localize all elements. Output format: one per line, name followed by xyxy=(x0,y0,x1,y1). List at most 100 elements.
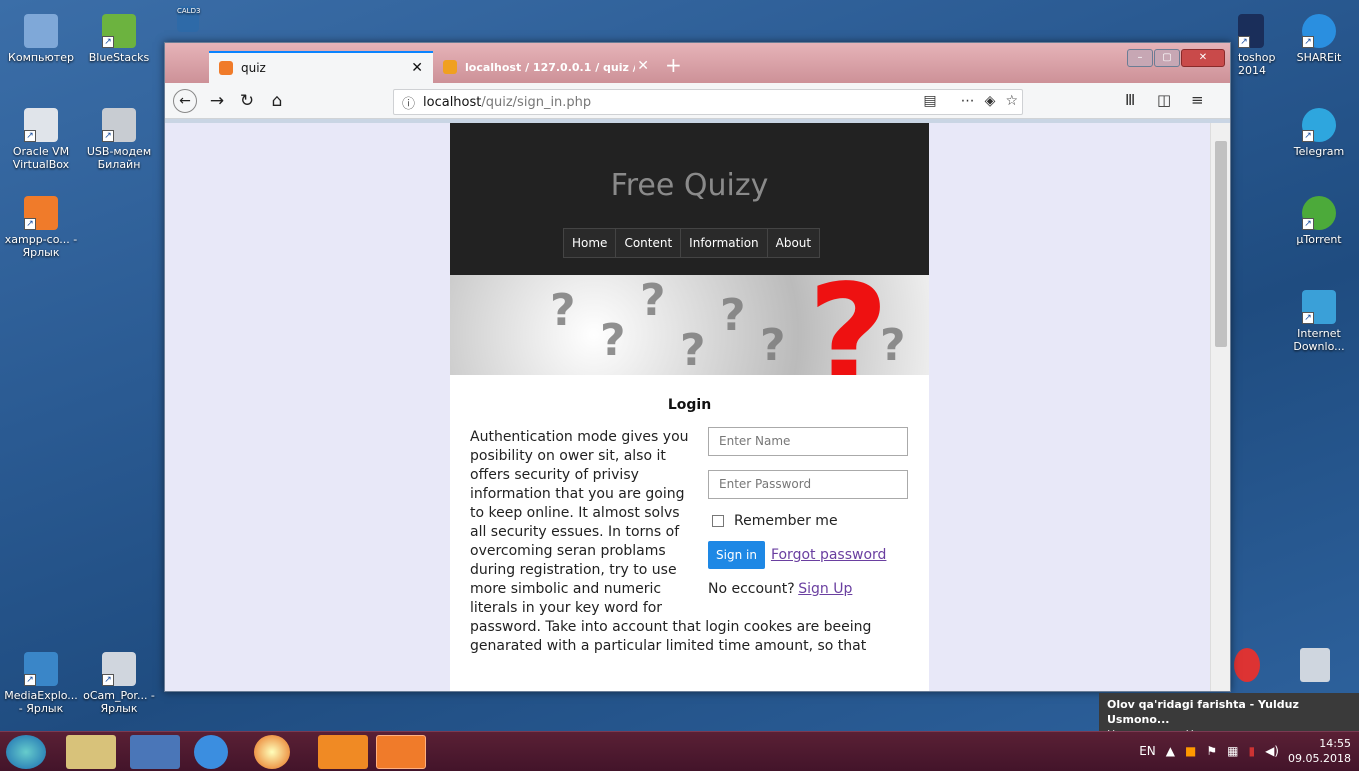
clock-date: 09.05.2018 xyxy=(1288,752,1351,765)
desktop-icon-label: xampp-co... - Ярлык xyxy=(4,233,78,259)
menu-item-home[interactable]: Home xyxy=(564,229,617,257)
desktop-icon-usb-modem[interactable]: ↗ USB-модем Билайн xyxy=(82,108,156,171)
signal-icon[interactable]: ▮ xyxy=(1248,744,1255,758)
desktop-icon-utorrent[interactable]: ↗ µTorrent xyxy=(1282,196,1356,246)
close-window-button[interactable]: ✕ xyxy=(1181,49,1225,67)
url-bar[interactable]: ⓘ localhost/quiz/sign_in.php ▤ ⋯ ◈ ☆ xyxy=(393,89,1023,115)
sign-up-link[interactable]: Sign Up xyxy=(798,581,852,597)
remember-checkbox[interactable] xyxy=(712,515,724,527)
password-field[interactable]: Enter Password xyxy=(708,470,908,499)
language-indicator[interactable]: EN xyxy=(1139,744,1156,758)
close-tab-icon[interactable]: ✕ xyxy=(637,58,649,74)
bookmark-star-icon[interactable]: ☆ xyxy=(1005,93,1018,109)
clock-time: 14:55 xyxy=(1319,737,1351,750)
library-icon[interactable]: Ⅲ xyxy=(1125,91,1135,109)
app-icon-red[interactable] xyxy=(1234,648,1260,682)
forward-arrow-icon[interactable]: → xyxy=(205,89,229,113)
ie-taskbar-icon[interactable] xyxy=(194,735,228,769)
uc-browser-taskbar-icon[interactable] xyxy=(318,735,368,769)
desktop-icon-mediaexplorer[interactable]: ↗ MediaExplo... - Ярлык xyxy=(4,652,78,715)
sidebar-icon[interactable]: ◫ xyxy=(1157,91,1171,109)
utorrent-icon: ↗ xyxy=(1302,196,1336,230)
computer-icon xyxy=(24,14,58,48)
hamburger-menu-icon[interactable]: ≡ xyxy=(1191,91,1204,109)
info-icon[interactable]: ⓘ xyxy=(402,93,415,112)
menu-item-content[interactable]: Content xyxy=(616,229,682,257)
xampp-icon: ↗ xyxy=(24,196,58,230)
desktop-icon-label: Oracle VM VirtualBox xyxy=(12,145,70,171)
signin-row: Sign in Forgot password xyxy=(708,541,908,569)
quiz-site: Free Quizy Home Content Information Abou… xyxy=(450,123,929,691)
forgot-password-link[interactable]: Forgot password xyxy=(771,547,887,563)
system-tray: EN ▲ ■ ⚑ ▦ ▮ ◀) xyxy=(1139,744,1279,758)
notepad-taskbar-icon[interactable] xyxy=(130,735,180,769)
remember-me[interactable]: Remember me xyxy=(712,513,908,529)
url-path: /quiz/sign_in.php xyxy=(481,94,592,110)
pocket-icon[interactable]: ◈ xyxy=(985,93,996,109)
xampp-taskbar-icon[interactable] xyxy=(376,735,426,769)
phpmyadmin-favicon-icon xyxy=(443,60,457,74)
xampp-favicon-icon xyxy=(219,61,233,75)
media-player-tray-icon[interactable]: ■ xyxy=(1185,744,1196,758)
tab-quiz[interactable]: quiz ✕ xyxy=(209,51,433,83)
question-marks-banner: ? ? ? ? ? ? ? ? ? xyxy=(450,275,929,375)
desktop-icon-label: Компьютер xyxy=(8,51,74,64)
desktop-icon-shareit[interactable]: ↗ SHAREit xyxy=(1282,14,1356,64)
no-account-label: No eccount? xyxy=(708,581,795,597)
desktop-icon-label: BlueStacks xyxy=(88,51,150,64)
ocam-icon: ↗ xyxy=(102,652,136,686)
new-tab-button[interactable]: + xyxy=(665,53,682,77)
maximize-button[interactable]: ▢ xyxy=(1154,49,1180,67)
vertical-scrollbar[interactable] xyxy=(1210,123,1230,691)
desktop-icon-bluestacks[interactable]: ↗ BlueStacks xyxy=(82,14,156,64)
telegram-icon: ↗ xyxy=(1302,108,1336,142)
desktop-icon-ocam[interactable]: ↗ oCam_Por... - Ярлык xyxy=(82,652,156,715)
tab-title: localhost / 127.0.0.1 / quiz / use xyxy=(465,60,635,74)
url-host: localhost xyxy=(423,94,482,110)
network-icon[interactable]: ▦ xyxy=(1227,744,1238,758)
scrollbar-thumb[interactable] xyxy=(1215,141,1227,347)
reload-icon[interactable]: ↻ xyxy=(235,89,259,113)
firefox-taskbar-icon[interactable] xyxy=(254,735,290,769)
site-header: Free Quizy Home Content Information Abou… xyxy=(450,123,929,275)
notification-title: Olov qa'ridagi farishta - Yulduz Usmono.… xyxy=(1107,698,1299,726)
bluestacks-icon: ↗ xyxy=(102,14,136,48)
desktop-icon-label: USB-модем Билайн xyxy=(86,145,152,171)
back-arrow-icon[interactable]: ← xyxy=(173,89,197,113)
minimize-button[interactable]: – xyxy=(1127,49,1153,67)
volume-icon[interactable]: ◀) xyxy=(1265,744,1279,758)
page-actions-menu-icon[interactable]: ⋯ xyxy=(961,93,975,109)
action-center-icon[interactable]: ⚑ xyxy=(1206,744,1217,758)
recycle-bin-icon[interactable] xyxy=(1300,648,1330,682)
site-title: Free Quizy xyxy=(610,168,769,203)
cald3-icon: CALD3 xyxy=(177,6,200,32)
name-field[interactable]: Enter Name xyxy=(708,427,908,456)
home-icon[interactable]: ⌂ xyxy=(265,89,289,113)
tab-phpmyadmin[interactable]: localhost / 127.0.0.1 / quiz / use ✕ xyxy=(433,51,659,83)
virtualbox-icon: ↗ xyxy=(24,108,58,142)
desktop-icon-telegram[interactable]: ↗ Telegram xyxy=(1282,108,1356,158)
close-tab-icon[interactable]: ✕ xyxy=(411,60,423,76)
menu-item-about[interactable]: About xyxy=(767,229,820,257)
site-menu: Home Content Information About xyxy=(563,228,821,258)
idm-icon: ↗ xyxy=(1302,290,1336,324)
desktop-icon-virtualbox[interactable]: ↗ Oracle VM VirtualBox xyxy=(4,108,78,171)
tray-expand-icon[interactable]: ▲ xyxy=(1166,744,1175,758)
desktop-icon-label: MediaExplo... - Ярлык xyxy=(4,689,78,715)
desktop-icon-xampp[interactable]: ↗ xampp-co... - Ярлык xyxy=(4,196,78,259)
menu-item-information[interactable]: Information xyxy=(681,229,768,257)
sign-in-button[interactable]: Sign in xyxy=(708,541,765,569)
reader-view-icon[interactable]: ▤ xyxy=(923,93,936,109)
start-button[interactable] xyxy=(6,735,46,769)
desktop-icon-label: µTorrent xyxy=(1296,233,1342,246)
tab-title: quiz xyxy=(241,61,266,75)
media-notification[interactable]: Olov qa'ridagi farishta - Yulduz Usmono.… xyxy=(1099,693,1359,741)
desktop-icon-idm[interactable]: ↗ Internet Downlo... xyxy=(1282,290,1356,353)
desktop-icon-cald3[interactable]: CALD3 xyxy=(168,6,208,35)
auth-description-cont: password. Take into account that login c… xyxy=(470,619,872,654)
clock[interactable]: 14:55 09.05.2018 xyxy=(1288,736,1351,766)
login-title: Login xyxy=(667,397,712,413)
explorer-taskbar-icon[interactable] xyxy=(66,735,116,769)
desktop-icon-computer[interactable]: Компьютер xyxy=(4,14,78,64)
page-actions: ▤ ⋯ ◈ ☆ xyxy=(923,93,1018,109)
